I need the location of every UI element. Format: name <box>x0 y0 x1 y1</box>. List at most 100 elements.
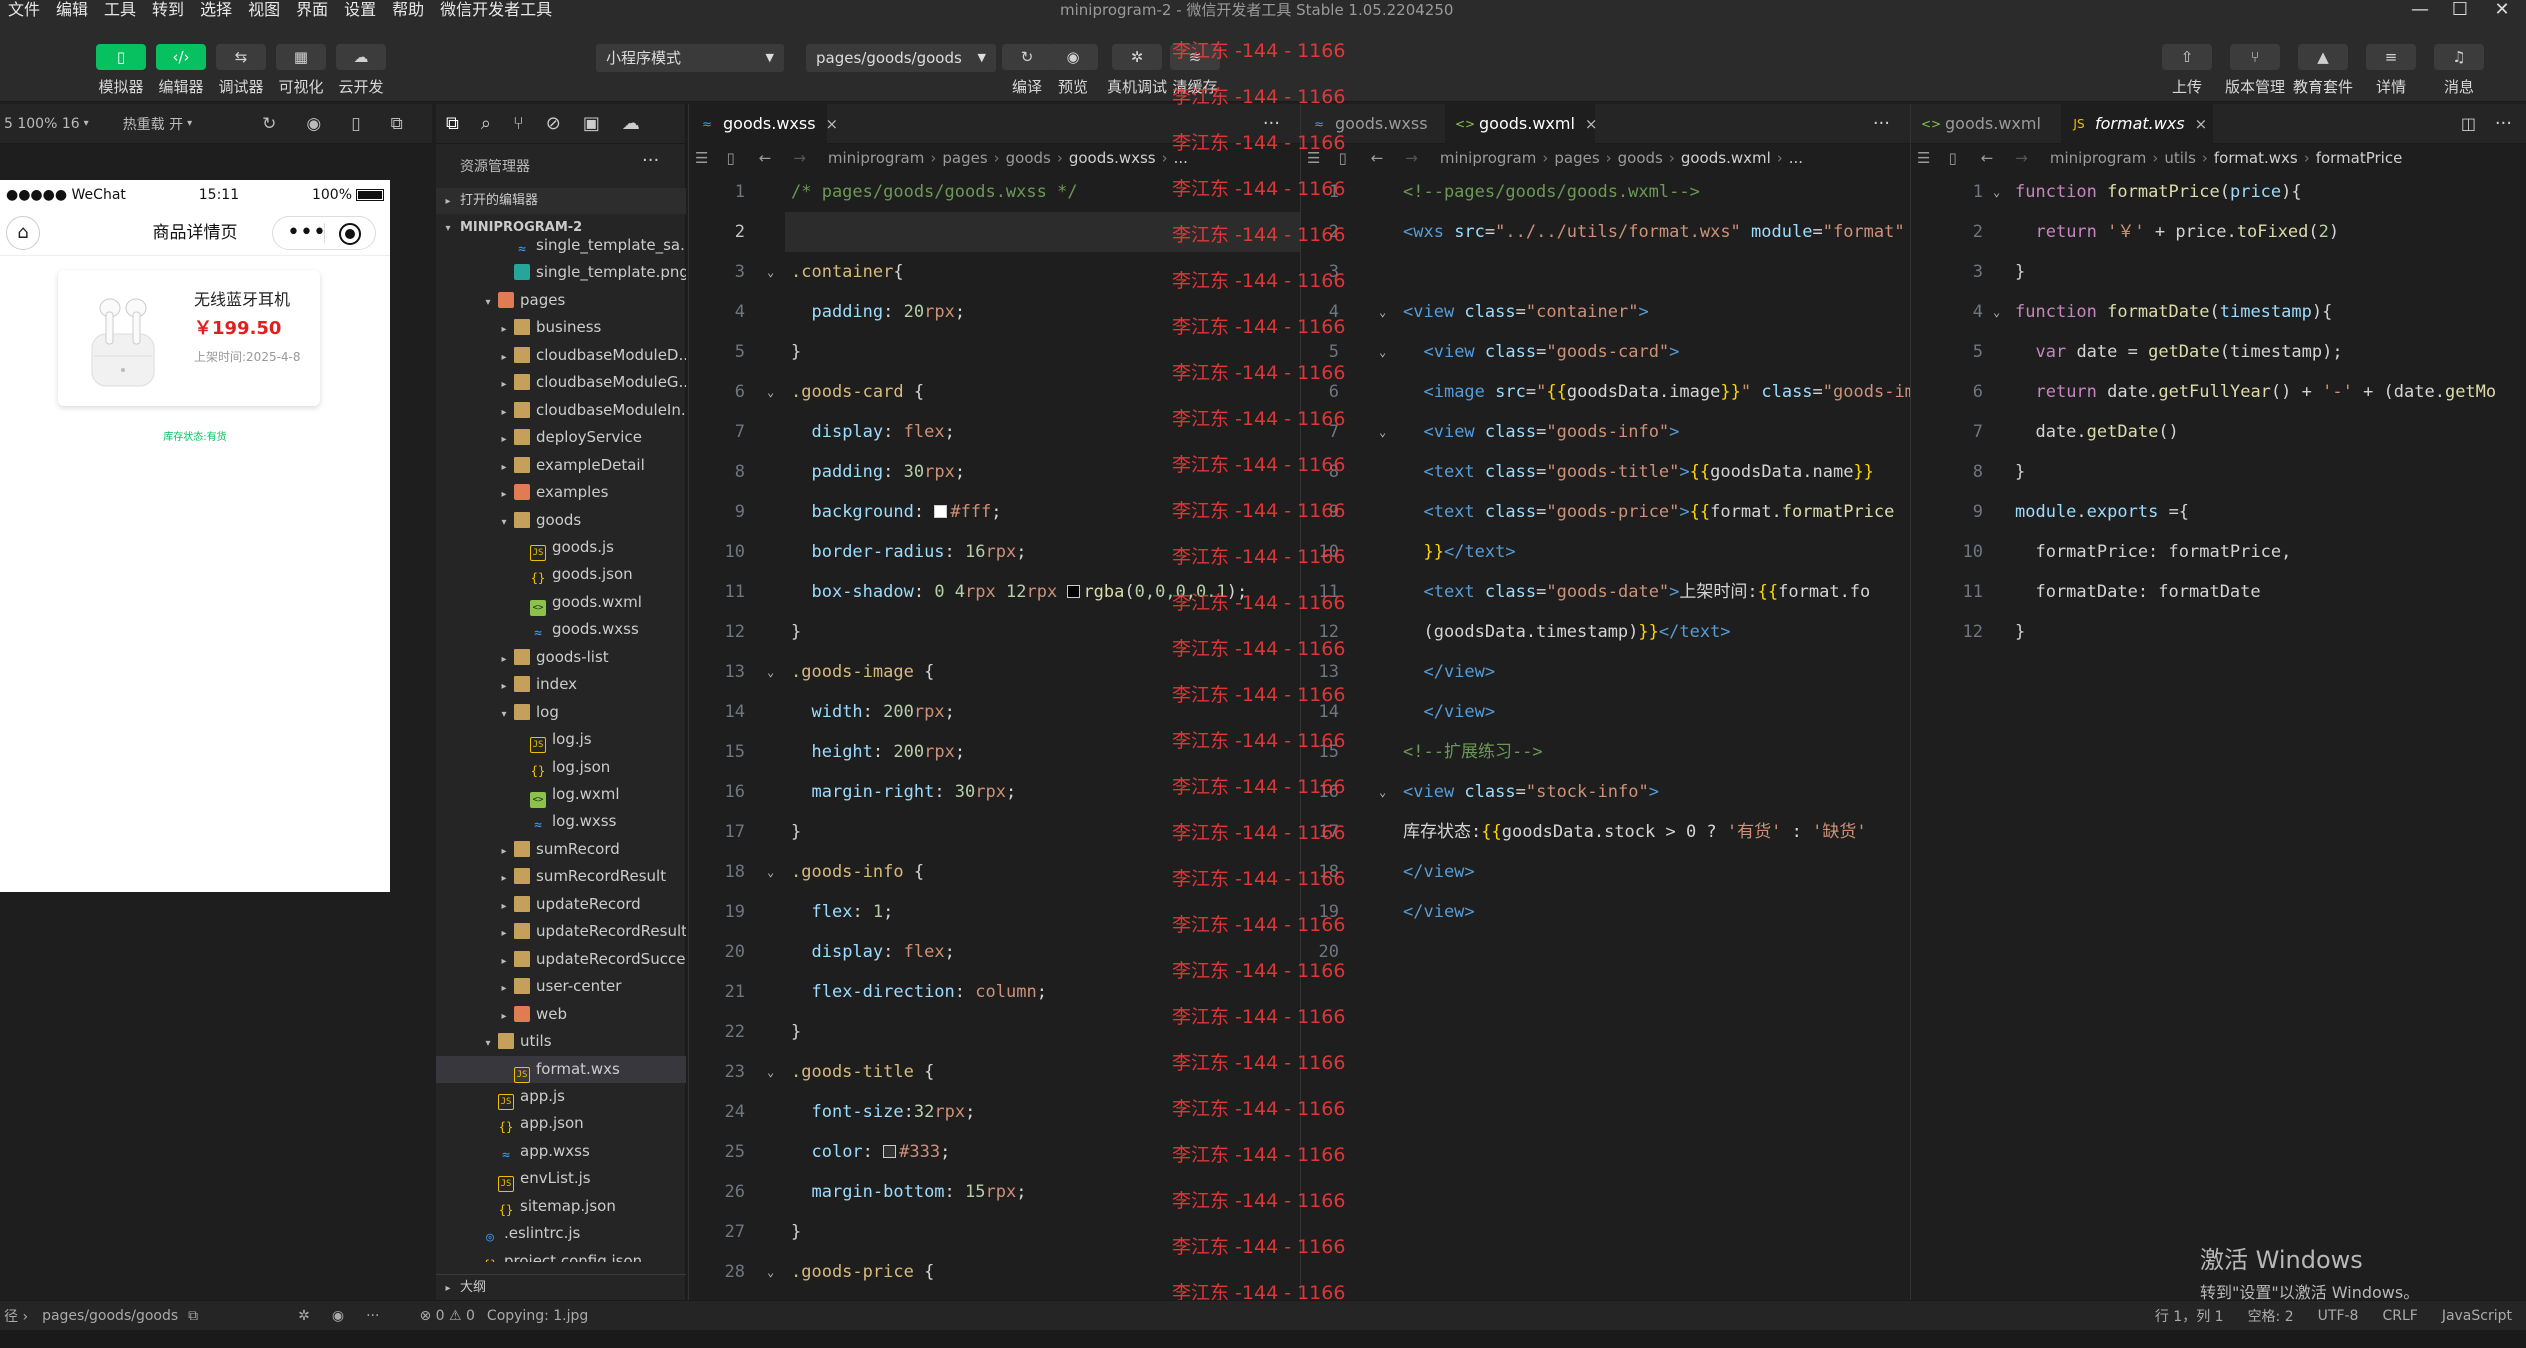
bookmark-icon[interactable]: ▯ <box>1948 149 1956 167</box>
bug-icon[interactable]: ✲ <box>298 1308 310 1324</box>
chevron-down-icon[interactable]: ⌄ <box>767 852 774 892</box>
split-editor-icon[interactable]: ◫ <box>2461 104 2476 144</box>
tree-file[interactable]: ≈ goods.wxss <box>436 616 686 643</box>
tree-folder[interactable]: ▸ cloudbaseModuleIn... <box>436 397 686 424</box>
menu-item[interactable]: 界面 <box>288 0 336 20</box>
tree-file[interactable]: ≈ app.wxss <box>436 1138 686 1165</box>
debug-icon[interactable]: ⊘ <box>546 113 561 134</box>
editor-tab[interactable]: ≈ goods.wxss × <box>689 104 838 144</box>
cursor-position[interactable]: 行 1，列 1 <box>2155 1306 2224 1326</box>
breadcrumb-item[interactable]: pages <box>1554 149 1599 167</box>
tree-folder[interactable]: ▸ updateRecordResult <box>436 918 686 945</box>
extensions-icon[interactable]: ▣ <box>583 113 600 134</box>
code-area[interactable]: 1 ⌄ function formatPrice(price){2 return '… <box>1911 172 2526 1300</box>
tree-folder[interactable]: ▸ sumRecordResult <box>436 863 686 890</box>
menu-item[interactable]: 文件 <box>0 0 48 20</box>
breadcrumb-item[interactable]: miniprogram <box>828 149 924 167</box>
chevron-down-icon[interactable]: ⌄ <box>767 372 774 412</box>
forward-icon[interactable]: → <box>1405 149 1418 167</box>
editor-tab[interactable]: <> goods.wxml × <box>1445 104 1597 144</box>
bookmark-icon[interactable]: ▯ <box>1338 149 1346 167</box>
back-icon[interactable]: ← <box>759 149 772 167</box>
breadcrumb-item[interactable]: goods.wxss <box>1069 149 1156 167</box>
menu-item[interactable]: 设置 <box>336 0 384 20</box>
git-icon[interactable]: ⑂ <box>513 113 524 134</box>
tree-folder[interactable]: ▸ updateRecordSuccess <box>436 946 686 973</box>
indent-setting[interactable]: 空格: 2 <box>2248 1306 2294 1326</box>
menu-item[interactable]: 视图 <box>240 0 288 20</box>
minimize-button[interactable]: — <box>2400 0 2440 20</box>
chevron-down-icon[interactable]: ⌄ <box>767 252 774 292</box>
tree-folder[interactable]: ▸ user-center <box>436 973 686 1000</box>
back-icon[interactable]: ← <box>1371 149 1384 167</box>
tree-file[interactable]: ≈ log.wxss <box>436 808 686 835</box>
toolbar-button[interactable]: ≋ 清缓存 <box>1170 44 1220 97</box>
tree-file[interactable]: JS format.wxs <box>436 1055 686 1083</box>
tree-folder[interactable]: ▸ examples <box>436 479 686 506</box>
tree-file[interactable]: JS envList.js <box>436 1165 686 1193</box>
close-icon[interactable]: × <box>2195 115 2208 133</box>
close-icon[interactable]: × <box>826 115 839 133</box>
more-icon[interactable]: ··· <box>366 1308 379 1324</box>
tree-file[interactable]: ◎ .eslintrc.js <box>436 1220 686 1247</box>
breadcrumb-item[interactable]: miniprogram <box>2050 149 2146 167</box>
bookmark-icon[interactable]: ▯ <box>726 149 734 167</box>
tree-folder[interactable]: ▸ cloudbaseModuleG... <box>436 369 686 396</box>
more-icon[interactable]: ••• <box>287 217 326 249</box>
tree-file[interactable]: JS log.js <box>436 726 686 754</box>
menu-item[interactable]: 转到 <box>144 0 192 20</box>
tree-folder[interactable]: ▸ business <box>436 314 686 341</box>
tree-file[interactable]: <> log.wxml <box>436 781 686 808</box>
phone-icon[interactable]: ▯ <box>351 114 360 134</box>
menu-item[interactable]: 编辑 <box>48 0 96 20</box>
breadcrumb-item[interactable]: goods <box>1006 149 1051 167</box>
copy-icon[interactable]: ⧉ <box>188 1308 198 1324</box>
tree-folder[interactable]: ▸ goods-list <box>436 644 686 671</box>
toolbar-button[interactable]: ⑂ 版本管理 <box>2225 44 2285 97</box>
device-select[interactable]: 5 100% 16 <box>4 116 80 132</box>
tree-file[interactable]: JS goods.js <box>436 534 686 561</box>
menu-item[interactable]: 帮助 <box>384 0 432 20</box>
chevron-down-icon[interactable]: ⌄ <box>1379 412 1386 452</box>
list-icon[interactable]: ☰ <box>1917 149 1930 167</box>
toolbar-button[interactable]: ◉ 预览 <box>1048 44 1098 97</box>
encoding-setting[interactable]: UTF-8 <box>2318 1308 2359 1324</box>
toolbar-button[interactable]: ⇧ 上传 <box>2162 44 2212 97</box>
tree-file[interactable]: single_template.png <box>436 259 686 286</box>
menu-item[interactable]: 微信开发者工具 <box>432 0 560 20</box>
chevron-down-icon[interactable]: ⌄ <box>767 1252 774 1292</box>
tree-folder[interactable]: ▾ log <box>436 699 686 726</box>
open-editors-header[interactable]: ▸ 打开的编辑器 <box>436 188 686 214</box>
tree-folder[interactable]: ▸ exampleDetail <box>436 452 686 479</box>
more-icon[interactable]: ··· <box>1873 104 1890 144</box>
editor-tab[interactable]: <> goods.wxml <box>1911 104 2061 144</box>
breadcrumb-item[interactable]: miniprogram <box>1440 149 1536 167</box>
chevron-down-icon[interactable]: ⌄ <box>1379 332 1386 372</box>
page-select[interactable]: pages/goods/goods ▼ <box>806 44 996 72</box>
problems-indicator[interactable]: ⊗ 0 ⚠ 0 <box>419 1308 474 1324</box>
breadcrumb-item[interactable]: ... <box>1789 149 1803 167</box>
close-miniprogram-icon[interactable] <box>339 223 361 245</box>
menu-item[interactable]: 选择 <box>192 0 240 20</box>
tree-folder[interactable]: ▾ utils <box>436 1028 686 1055</box>
breadcrumb-item[interactable]: goods <box>1618 149 1663 167</box>
tree-file[interactable]: <> goods.wxml <box>436 589 686 616</box>
tree-file[interactable]: {} project.config.json <box>436 1248 686 1262</box>
breadcrumb-item[interactable]: formatPrice <box>2316 149 2403 167</box>
breadcrumb-item[interactable]: goods.wxml <box>1681 149 1771 167</box>
tree-folder[interactable]: ▸ web <box>436 1001 686 1028</box>
tree-folder[interactable]: ▾ goods <box>436 507 686 534</box>
list-icon[interactable]: ☰ <box>695 149 708 167</box>
breadcrumb-item[interactable]: format.wxs <box>2214 149 2298 167</box>
tree-file[interactable]: {} goods.json <box>436 561 686 588</box>
more-icon[interactable]: ··· <box>2495 104 2512 144</box>
menu-item[interactable]: 工具 <box>96 0 144 20</box>
more-icon[interactable]: ··· <box>1263 104 1280 144</box>
tree-folder[interactable]: ▸ sumRecord <box>436 836 686 863</box>
outline-header[interactable]: ▸ 大纲 <box>436 1274 686 1300</box>
list-icon[interactable]: ☰ <box>1307 149 1320 167</box>
tree-file[interactable]: {} log.json <box>436 754 686 781</box>
rotate-icon[interactable]: ↻ <box>262 114 276 134</box>
eye-icon[interactable]: ◉ <box>332 1308 344 1324</box>
tree-file[interactable]: ≈ single_template_sa... <box>436 232 686 259</box>
